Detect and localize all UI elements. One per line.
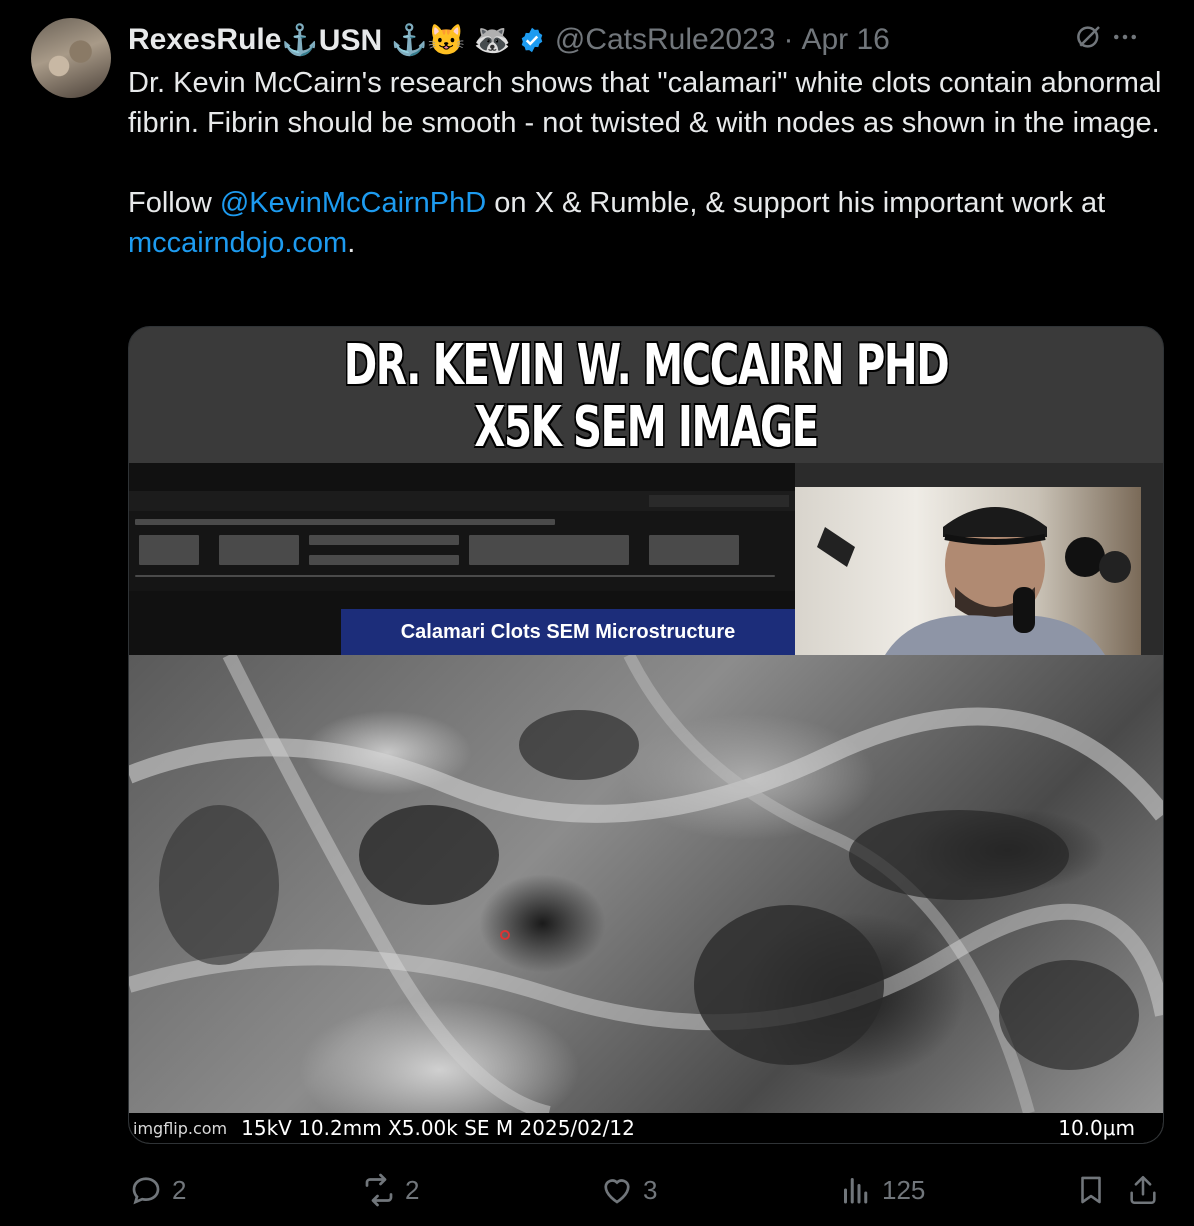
avatar[interactable] <box>31 18 111 98</box>
repost-icon <box>365 1173 393 1207</box>
grok-icon[interactable] <box>1074 22 1104 59</box>
sem-micrograph: imgflip.com 15kV 10.2mm X5.00k SE M 2025… <box>129 655 1163 1143</box>
like-button[interactable]: 3 <box>599 1172 657 1208</box>
media-image[interactable]: DR. KEVIN W. MCCAIRN PHD X5K SEM IMAGE C… <box>128 326 1164 1144</box>
scale-bar-label: 10.0μm <box>1058 1116 1135 1140</box>
separator-dot: · <box>783 23 794 56</box>
webcam-video <box>795 487 1141 655</box>
share-icon <box>1130 1175 1156 1205</box>
tweet-text-paragraph-1: Dr. Kevin McCairn's research shows that … <box>128 67 1162 139</box>
repost-button[interactable]: 2 <box>361 1172 419 1208</box>
tweet-actions: 2 2 3 125 <box>128 1168 1168 1212</box>
like-count: 3 <box>643 1174 658 1205</box>
reply-icon <box>132 1177 160 1205</box>
display-name[interactable]: RexesRule <box>128 23 281 57</box>
user-handle[interactable]: @CatsRule2023 <box>555 23 776 57</box>
slide-title: Calamari Clots SEM Microstructure <box>341 609 795 655</box>
url-link[interactable]: mccairndojo.com <box>128 227 347 259</box>
bookmark-icon <box>1081 1176 1101 1204</box>
reply-count: 2 <box>172 1174 187 1205</box>
share-button[interactable] <box>1126 1173 1160 1207</box>
analytics-icon <box>844 1178 868 1204</box>
watermark: imgflip.com <box>133 1118 228 1138</box>
ppt-ribbon <box>129 511 795 591</box>
tweet-text-follow: Follow <box>128 187 220 219</box>
reply-button[interactable]: 2 <box>128 1172 186 1208</box>
meme-title-line-1: DR. KEVIN W. MCCAIRN PHD <box>343 333 950 398</box>
tweet-text-follow-mid: on X & Rumble, & support his important w… <box>486 187 1106 219</box>
tweet-text-follow-suffix: . <box>347 227 356 259</box>
views-button[interactable]: 125 <box>838 1172 925 1208</box>
verified-badge-icon <box>517 25 547 55</box>
tweet-text: Dr. Kevin McCairn's research shows that … <box>128 63 1168 263</box>
bookmark-button[interactable] <box>1074 1173 1108 1207</box>
sem-info-bar: imgflip.com 15kV 10.2mm X5.00k SE M 2025… <box>129 1113 1163 1143</box>
mention-link[interactable]: @KevinMcCairnPhD <box>220 187 486 219</box>
meme-title-line-2: X5K SEM IMAGE <box>474 395 819 460</box>
heart-icon <box>604 1179 630 1204</box>
sem-parameters: 15kV 10.2mm X5.00k SE M 2025/02/12 <box>241 1116 635 1140</box>
display-name-suffix[interactable]: ⚓USN ⚓😺 🦝 <box>281 23 510 58</box>
powerpoint-screenshot: Calamari Clots SEM Microstructure <box>129 463 795 655</box>
tweet-date[interactable]: Apr 16 <box>801 23 889 57</box>
more-options-icon[interactable] <box>1110 22 1140 59</box>
tweet-header: RexesRule ⚓USN ⚓😺 🦝 @CatsRule2023 · Apr … <box>128 20 1168 60</box>
view-count: 125 <box>882 1174 926 1205</box>
ppt-search-box <box>649 495 789 507</box>
repost-count: 2 <box>405 1174 420 1205</box>
meme-caption: DR. KEVIN W. MCCAIRN PHD X5K SEM IMAGE <box>129 327 1163 463</box>
